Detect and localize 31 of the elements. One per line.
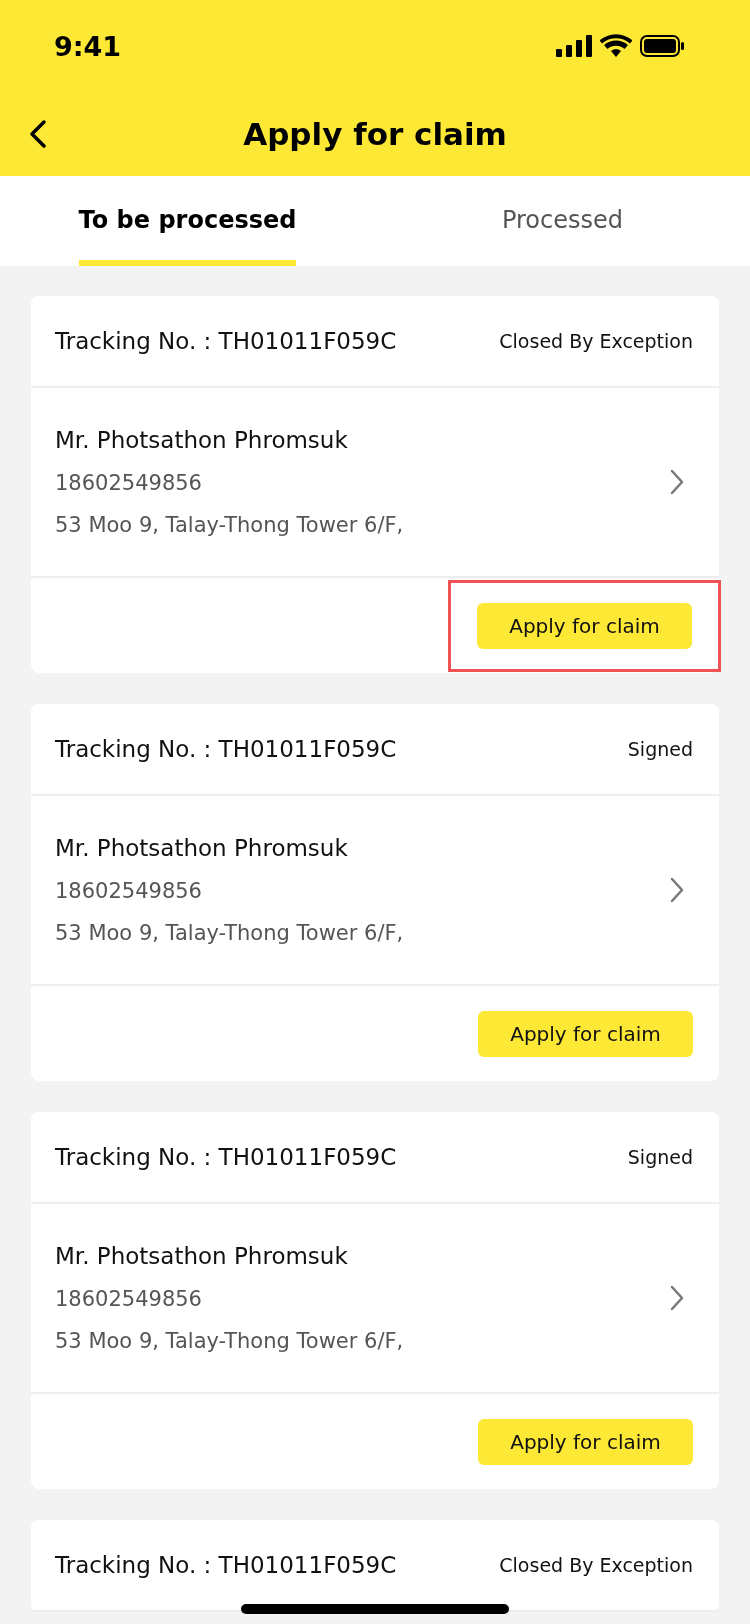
- tracking-number: Tracking No. : TH01011F059C: [55, 1552, 397, 1578]
- back-icon[interactable]: [28, 119, 48, 149]
- wifi-icon: [600, 34, 632, 58]
- apply-claim-button[interactable]: Apply for claim: [478, 1418, 693, 1465]
- shipment-status: Closed By Exception: [499, 330, 693, 352]
- phone-number: 18602549856: [55, 471, 203, 495]
- address-text: 53 Moo 9, Talay-Thong Tower 6/F,: [55, 513, 404, 537]
- phone-number: 18602549856: [55, 879, 203, 903]
- recipient-name: Mr. Photsathon Phromsuk: [55, 835, 349, 861]
- shipment-status: Signed: [627, 738, 693, 760]
- signal-icon: [556, 35, 592, 57]
- battery-icon: [640, 35, 684, 57]
- shipment-status: Closed By Exception: [499, 1554, 693, 1576]
- tracking-number: Tracking No. : TH01011F059C: [55, 328, 397, 354]
- apply-claim-button[interactable]: Apply for claim: [477, 602, 692, 649]
- chevron-right-icon[interactable]: [669, 468, 685, 496]
- address-text: 53 Moo 9, Talay-Thong Tower 6/F,: [55, 921, 404, 945]
- recipient-name: Mr. Photsathon Phromsuk: [55, 1243, 349, 1269]
- address-text: 53 Moo 9, Talay-Thong Tower 6/F,: [55, 1329, 404, 1353]
- tracking-number: Tracking No. : TH01011F059C: [55, 736, 397, 762]
- chevron-right-icon[interactable]: [669, 876, 685, 904]
- tracking-number: Tracking No. : TH01011F059C: [55, 1144, 397, 1170]
- recipient-name: Mr. Photsathon Phromsuk: [55, 427, 349, 453]
- phone-number: 18602549856: [55, 1287, 203, 1311]
- tab[interactable]: To be processed: [78, 176, 297, 266]
- status-time: 9:41: [54, 30, 122, 62]
- page-title: Apply for claim: [243, 116, 507, 152]
- tab[interactable]: Processed: [501, 176, 623, 266]
- chevron-right-icon[interactable]: [669, 1284, 685, 1312]
- apply-claim-button[interactable]: Apply for claim: [478, 1010, 693, 1057]
- shipment-status: Signed: [627, 1146, 693, 1168]
